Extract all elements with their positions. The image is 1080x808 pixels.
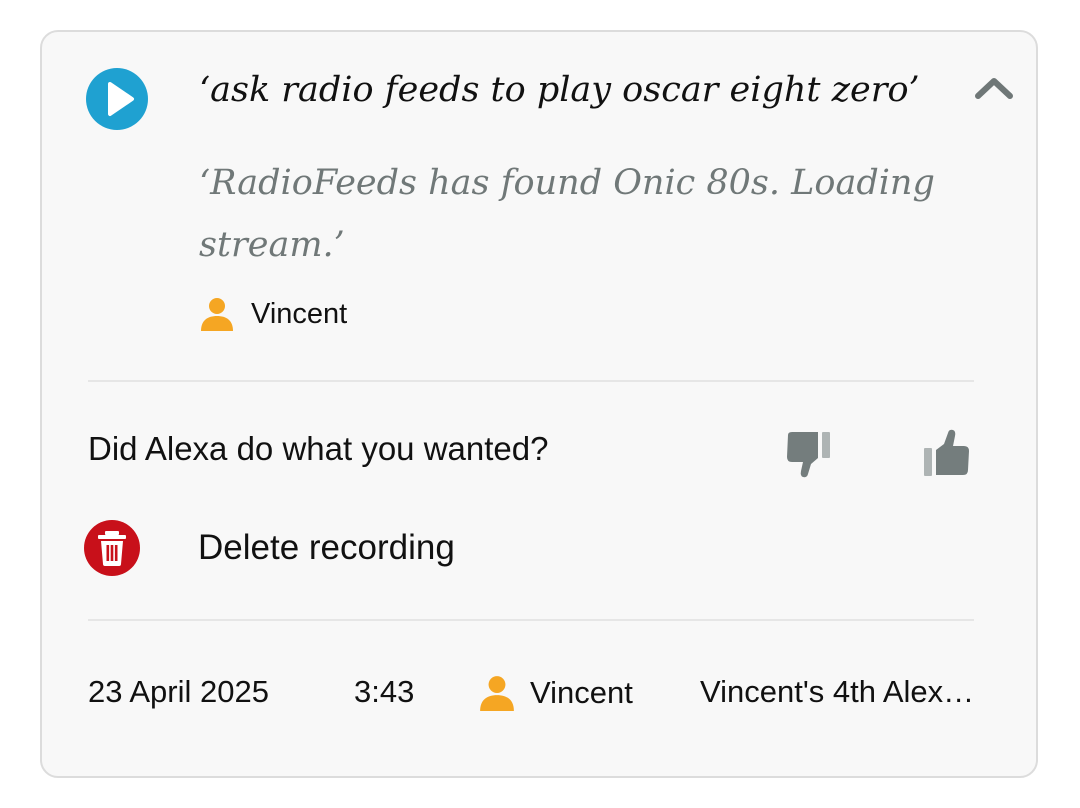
collapse-button[interactable] [972,72,1016,104]
thumbs-up-button[interactable] [918,426,974,482]
delete-recording-label: Delete recording [198,528,455,567]
recording-details: 23 April 2025 3:43 Vincent Vincent's 4th… [88,668,988,718]
divider [88,619,974,621]
feedback-question: Did Alexa do what you wanted? [88,430,549,467]
trash-icon [98,531,126,566]
speaker-info: Vincent [199,294,347,334]
play-recording-button[interactable] [86,68,148,130]
recording-date: 23 April 2025 [88,674,269,709]
chevron-up-icon [975,78,1013,99]
person-icon [480,676,514,711]
voice-history-card: ‘ask radio feeds to play oscar eight zer… [40,30,1038,778]
alexa-response-text: ‘RadioFeeds has found Onic 80s. Loading … [199,163,935,265]
utterance-text: ‘ask radio feeds to play oscar eight zer… [199,70,920,110]
recording-time: 3:43 [354,674,415,709]
person-icon [201,298,233,331]
divider [88,380,974,382]
speaker-name: Vincent [251,297,348,330]
thumbs-down-icon [787,432,830,478]
play-icon [108,82,134,116]
recording-user-name: Vincent [530,675,633,710]
delete-recording-button[interactable]: Delete recording [84,520,455,576]
delete-icon-circle [84,520,140,576]
recording-device: Vincent's 4th Alexa Echo Dot [700,674,976,709]
thumbs-down-button[interactable] [782,426,838,482]
thumbs-up-icon [924,429,969,476]
recording-user: Vincent [478,668,633,718]
